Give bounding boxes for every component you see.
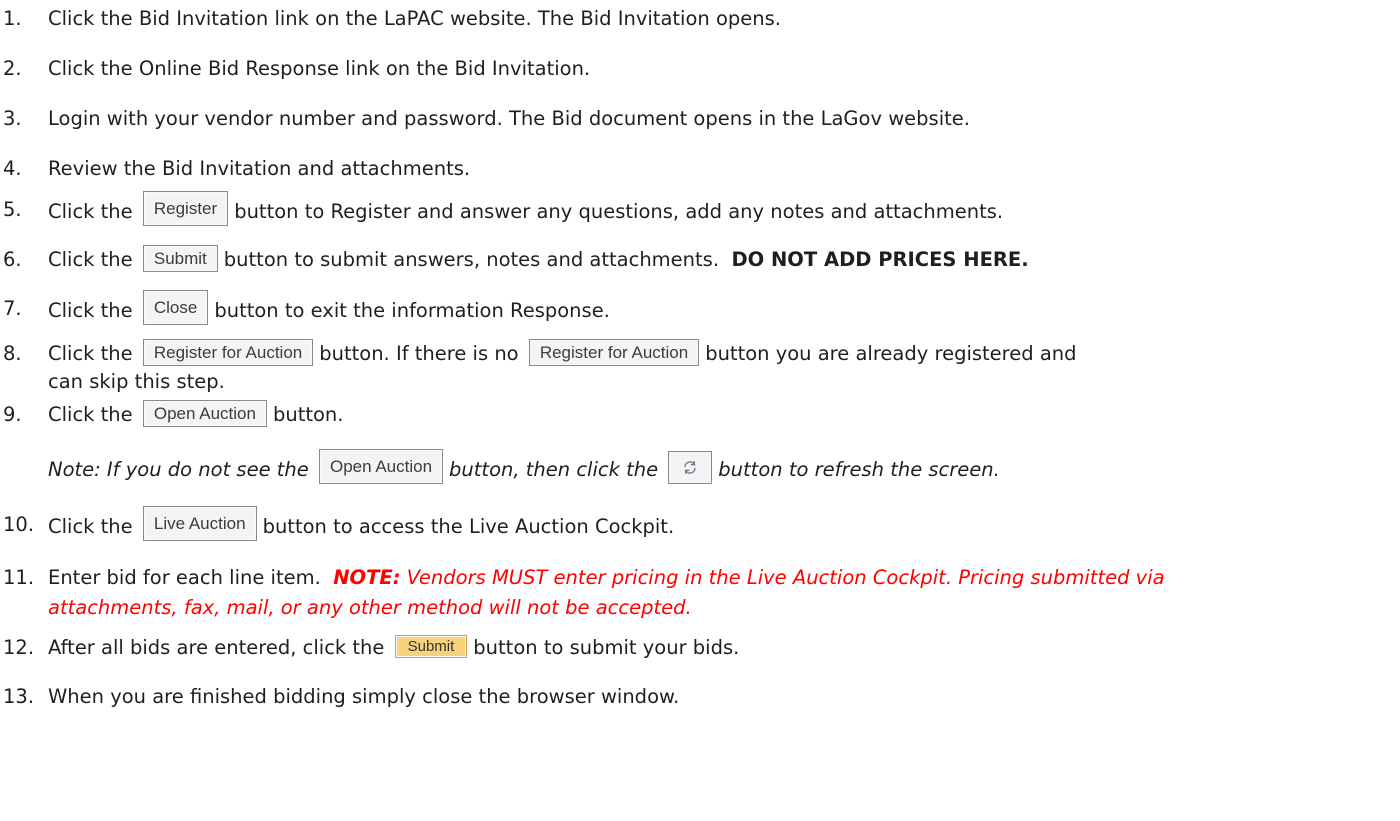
step-pre-text: After all bids are entered, click the: [48, 636, 391, 659]
step-pre-text: Click the: [48, 403, 139, 426]
live-auction-button-image: Live Auction: [142, 506, 257, 541]
step-text: Click the Open Auction button.: [48, 400, 343, 430]
step-bold-warning: DO NOT ADD PRICES HERE.: [731, 248, 1029, 271]
step-number: 7.: [3, 297, 22, 320]
step-text: Click the Register for Auction button. If…: [48, 339, 1077, 369]
step-pre-text: Click the: [48, 342, 139, 365]
step-text: Login with your vendor number and passwo…: [48, 107, 970, 130]
step-number: 8.: [3, 342, 22, 365]
step-number: 12.: [3, 636, 35, 659]
step-number: 11.: [3, 566, 35, 589]
open-auction-button-image: Open Auction: [318, 449, 444, 484]
step-number: 1.: [3, 7, 22, 30]
step-pre-text: Click the: [48, 248, 139, 271]
note-post-text: button to refresh the screen.: [718, 458, 1000, 481]
refresh-button-image: [668, 451, 713, 484]
step-continuation: can skip this step.: [48, 370, 225, 393]
step-post-text: button to access the Live Auction Cockpi…: [262, 515, 675, 538]
step-number: 9.: [3, 403, 22, 426]
step-text: Click the Submit button to submit answers…: [48, 245, 1029, 275]
step-text: After all bids are entered, click the Su…: [48, 633, 739, 663]
submit-bids-button-image: Submit: [394, 635, 468, 658]
instructions-document: 1. Click the Bid Invitation link on the …: [0, 0, 1400, 821]
step-text: Click the Online Bid Response link on th…: [48, 57, 591, 80]
step-number: 5.: [3, 198, 22, 221]
step-post-text: button to Register and answer any questi…: [234, 200, 1004, 223]
step-mid-text: button. If there is no: [319, 342, 525, 365]
submit-button-image: Submit: [142, 245, 218, 272]
register-for-auction-button-image-2: Register for Auction: [528, 339, 700, 366]
note-warning-continuation: attachments, fax, mail, or any other met…: [48, 596, 692, 619]
note-pre-text: Note: If you do not see the: [48, 458, 315, 481]
open-auction-button-image: Open Auction: [142, 400, 267, 427]
step-number: 6.: [3, 248, 22, 271]
step-text: Click the Bid Invitation link on the LaP…: [48, 7, 781, 30]
step-pre-text: Enter bid for each line item.: [48, 566, 327, 589]
step-text: Enter bid for each line item. NOTE: Vend…: [48, 563, 1165, 593]
step-pre-text: Click the: [48, 299, 139, 322]
note-warning-text: Vendors MUST enter pricing in the Live A…: [406, 566, 1165, 589]
step-text: Review the Bid Invitation and attachment…: [48, 157, 471, 180]
register-for-auction-button-image: Register for Auction: [142, 339, 314, 366]
step-pre-text: Click the: [48, 200, 139, 223]
step-pre-text: Click the: [48, 515, 139, 538]
register-button-image: Register: [142, 191, 229, 226]
note-mid-text: button, then click the: [449, 458, 665, 481]
note-label: NOTE:: [333, 566, 401, 589]
step-text: Click the Register button to Register and…: [48, 191, 1004, 230]
step-text: Click the Close button to exit the inform…: [48, 290, 610, 329]
close-button-image: Close: [142, 290, 209, 325]
step-number: 2.: [3, 57, 22, 80]
step-post-text: button to submit answers, notes and atta…: [223, 248, 720, 271]
step-post-text: button to submit your bids.: [473, 636, 740, 659]
step-text: Click the Live Auction button to access t…: [48, 506, 675, 545]
step-number: 3.: [3, 107, 22, 130]
step-text: When you are finished bidding simply clo…: [48, 685, 680, 708]
step-post-text: button you are already registered and: [705, 342, 1077, 365]
note-text: Note: If you do not see the Open Auction…: [48, 449, 1000, 488]
step-post-text: button to exit the information Response.: [214, 299, 610, 322]
step-number: 13.: [3, 685, 35, 708]
step-number: 10.: [3, 513, 35, 536]
step-post-text: button.: [272, 403, 344, 426]
step-number: 4.: [3, 157, 22, 180]
refresh-icon: [684, 460, 696, 475]
